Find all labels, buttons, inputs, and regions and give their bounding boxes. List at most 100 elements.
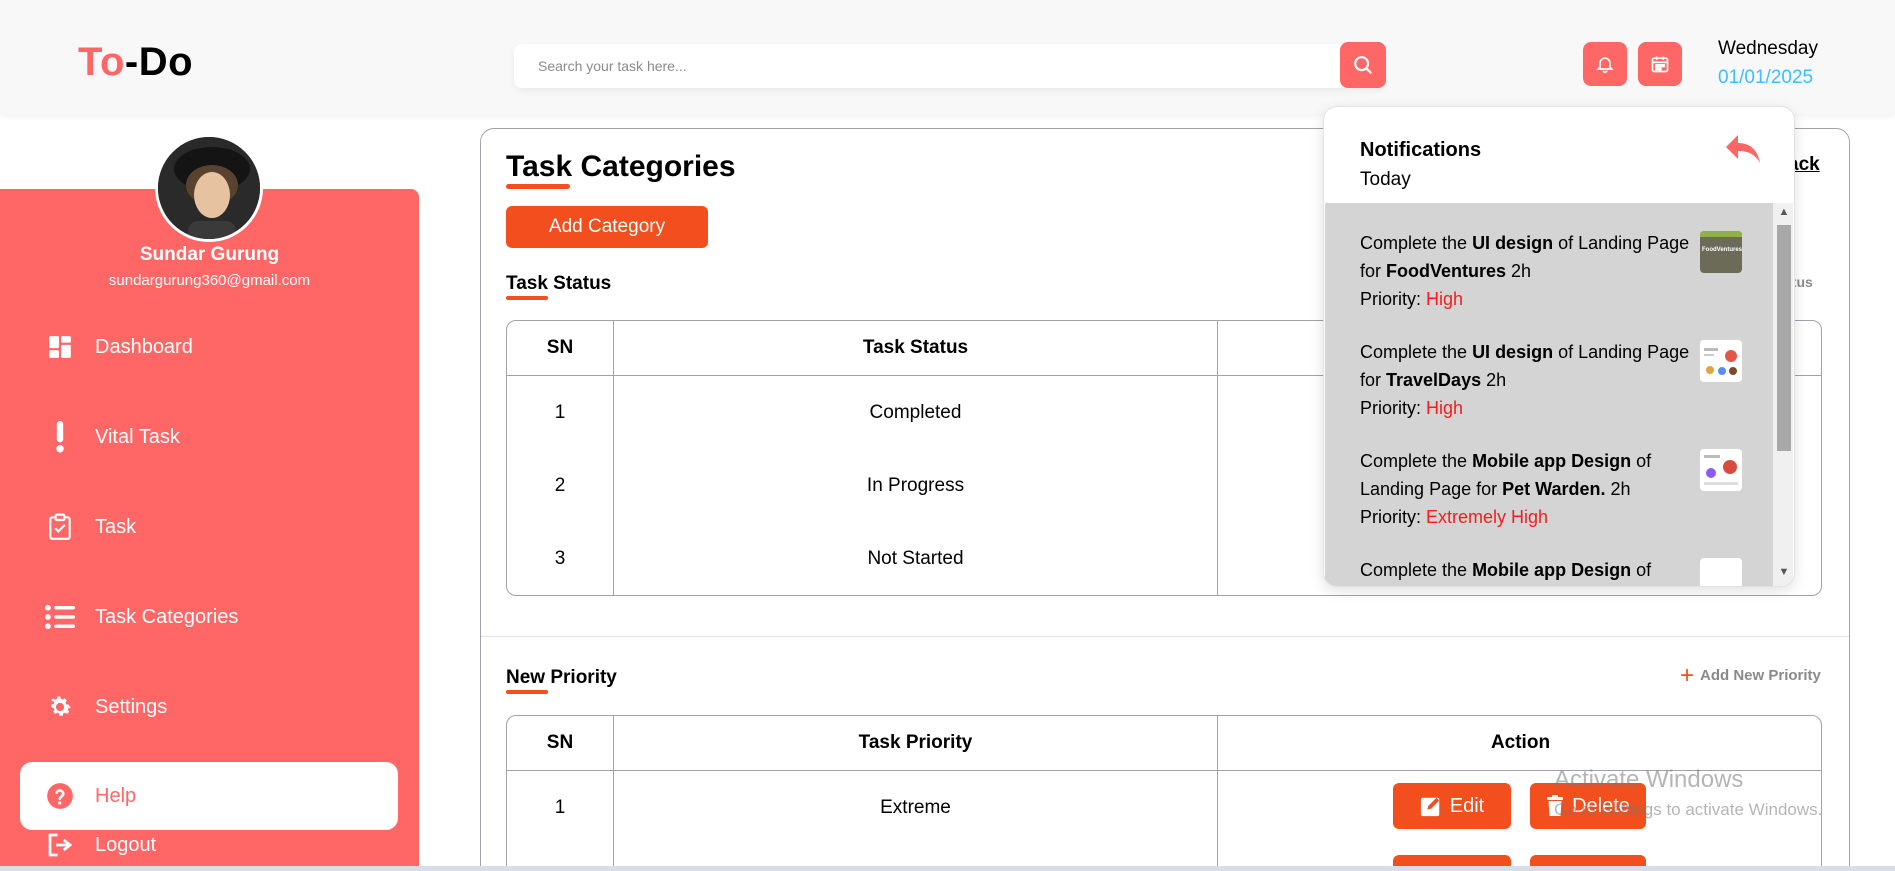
priority-label: Priority: [1360, 507, 1422, 527]
notification-text: Complete the Mobile app Design of Landin… [1360, 447, 1700, 531]
notifications-button[interactable] [1583, 42, 1627, 86]
close-notifications-button[interactable] [1724, 133, 1762, 169]
cell-sn: 3 [507, 522, 614, 595]
user-email: sundargurung360@gmail.com [108, 272, 311, 289]
header-action: Action [1490, 732, 1551, 753]
cell-status: Completed [614, 376, 1218, 449]
notification-text-part: Complete the [1360, 233, 1473, 253]
help-icon [44, 780, 76, 812]
plus-icon: + [1680, 662, 1695, 689]
search-button[interactable] [1340, 42, 1386, 88]
header-task-status: Task Status [614, 321, 1218, 375]
priority-value: High [1426, 398, 1464, 418]
sidebar-item-label: Logout [95, 833, 157, 856]
reply-arrow-icon [1726, 135, 1760, 163]
top-header: To-Do Wednesday 01/01/2025 [0, 0, 1895, 114]
cell-priority: Extreme [614, 771, 1218, 845]
cell-sn: 1 [507, 376, 614, 449]
notification-text-bold: TravelDays [1386, 370, 1482, 390]
notification-text-bold: FoodVentures [1386, 261, 1507, 281]
notification-text-bold: Mobile app Design [1472, 451, 1632, 471]
notification-text-part: Complete the [1360, 451, 1473, 471]
scroll-down-arrow-icon[interactable]: ▼ [1776, 565, 1792, 579]
notification-text-bold: Mobile app Design [1472, 560, 1632, 580]
sidebar-item-dashboard[interactable]: Dashboard [20, 313, 398, 381]
notification-text: Complete the UI design of Landing Page f… [1360, 338, 1700, 422]
notification-text: Complete the Mobile app Design of [1360, 556, 1700, 584]
thumbnail-graphic-icon [1700, 340, 1742, 382]
edit-label: Edit [1449, 794, 1485, 817]
user-name: Sundar Gurung [139, 244, 280, 265]
current-date: 01/01/2025 [1718, 67, 1814, 88]
task-status-underline [506, 296, 548, 300]
notification-text-bold: Pet Warden. [1502, 479, 1606, 499]
scrollbar-thumb[interactable] [1777, 225, 1791, 451]
app-root: To-Do Wednesday 01/01/2025 Sundar Gurung… [0, 0, 1895, 871]
notification-text-bold: UI design [1472, 342, 1554, 362]
search-bar [514, 44, 1384, 88]
activate-windows-title: Activate Windows [1554, 766, 1744, 793]
header-task-priority: Task Priority [614, 716, 1218, 770]
search-input[interactable] [514, 44, 1334, 88]
calendar-button[interactable] [1638, 42, 1682, 86]
sidebar-item-label: Help [95, 784, 137, 807]
notifications-panel: Notifications Today Complete the UI desi… [1323, 106, 1795, 587]
logout-icon [44, 829, 76, 861]
notification-thumbnail [1700, 558, 1742, 586]
thumbnail-text: FoodVentures [1702, 247, 1742, 253]
scroll-up-arrow-icon[interactable]: ▲ [1776, 205, 1792, 219]
sidebar-item-logout[interactable]: Logout [20, 811, 398, 871]
edit-button[interactable]: Edit [1393, 783, 1511, 829]
notification-text-part: Complete the [1360, 560, 1473, 580]
sidebar-item-settings[interactable]: Settings [20, 673, 398, 741]
calendar-icon [1651, 56, 1669, 73]
add-new-priority-link[interactable]: + Add New Priority [1680, 662, 1821, 689]
sidebar-item-task[interactable]: Task [20, 493, 398, 561]
priority-label: Priority: [1360, 289, 1422, 309]
priority-value: High [1426, 289, 1464, 309]
thumbnail-stripe [1700, 231, 1742, 237]
sidebar-item-label: Dashboard [95, 335, 193, 358]
notification-text-part: Complete the [1360, 342, 1473, 362]
section-divider [481, 636, 1849, 637]
notification-text-part: of [1631, 560, 1652, 580]
edit-icon [1420, 797, 1440, 817]
notification-thumbnail [1700, 449, 1742, 491]
notification-thumbnail [1700, 340, 1742, 382]
exclamation-icon [44, 421, 76, 453]
task-status-title: Task Status [506, 273, 612, 294]
sidebar-item-label: Task Categories [95, 605, 239, 628]
header-sn: SN [507, 716, 614, 770]
list-icon [44, 601, 76, 633]
cell-sn: 1 [507, 771, 614, 845]
add-category-button[interactable]: Add Category [506, 206, 708, 248]
sidebar-item-label: Vital Task [95, 425, 180, 448]
cell-status: In Progress [614, 449, 1218, 522]
sidebar-item-vital-task[interactable]: Vital Task [20, 403, 398, 471]
priority-value: Extremely High [1426, 507, 1549, 527]
current-day: Wednesday [1718, 38, 1818, 59]
dashboard-icon [44, 331, 76, 363]
gear-icon [44, 691, 76, 723]
logo-accent: To [78, 40, 125, 84]
sidebar-item-task-categories[interactable]: Task Categories [20, 583, 398, 651]
user-avatar [155, 134, 263, 242]
notification-thumbnail: FoodVentures [1700, 231, 1742, 273]
notifications-list: Complete the UI design of Landing Page f… [1325, 203, 1773, 586]
header-sn: SN [507, 321, 614, 375]
notifications-subtitle: Today [1360, 169, 1411, 190]
sidebar-item-label: Settings [95, 695, 168, 718]
priority-label: Priority: [1360, 398, 1422, 418]
search-icon [1354, 56, 1373, 75]
activate-windows-subtitle: Go to Settings to activate Windows. [1554, 800, 1823, 819]
new-priority-title: New Priority [506, 667, 617, 688]
notification-text-part: 2h [1506, 261, 1532, 281]
notification-text-part: 2h [1605, 479, 1631, 499]
notification-text-part: 2h [1481, 370, 1507, 390]
title-underline [506, 184, 570, 189]
app-logo[interactable]: To-Do [78, 40, 193, 85]
thumbnail-graphic-icon [1700, 449, 1742, 491]
add-new-priority-label: Add New Priority [1700, 667, 1821, 684]
cell-sn: 2 [507, 449, 614, 522]
notification-text-bold: UI design [1472, 233, 1554, 253]
